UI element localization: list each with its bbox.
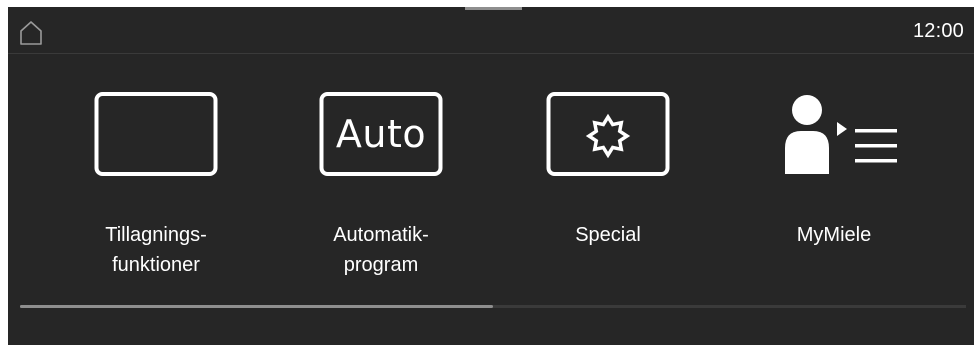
square-frame-icon	[94, 92, 218, 176]
star-frame-icon	[546, 92, 670, 176]
tile-label: Special	[575, 224, 641, 246]
main-menu-tiles: Tillagnings- funktioner Auto Automatik- …	[8, 54, 974, 304]
horizontal-scrollbar[interactable]	[20, 305, 966, 308]
tile-label: Automatik- program	[333, 224, 429, 276]
status-bar: 12:00	[8, 7, 974, 54]
tile-special[interactable]: Special	[493, 54, 723, 294]
home-icon[interactable]	[19, 20, 43, 46]
tile-cooking-functions[interactable]: Tillagnings- funktioner	[41, 54, 271, 294]
tile-mymiele[interactable]: MyMiele	[719, 54, 949, 294]
tile-automatic-programs[interactable]: Auto Automatik- program	[266, 54, 496, 294]
user-list-icon	[764, 92, 904, 176]
auto-icon: Auto	[319, 92, 443, 176]
scrollbar-thumb[interactable]	[20, 305, 493, 308]
tile-label: MyMiele	[796, 224, 872, 246]
oven-display-screen: 12:00 Tillagnings- funktioner Auto Autom…	[8, 7, 974, 345]
clock-display: 12:00	[912, 20, 964, 42]
tile-label: Tillagnings- funktioner	[105, 224, 207, 276]
